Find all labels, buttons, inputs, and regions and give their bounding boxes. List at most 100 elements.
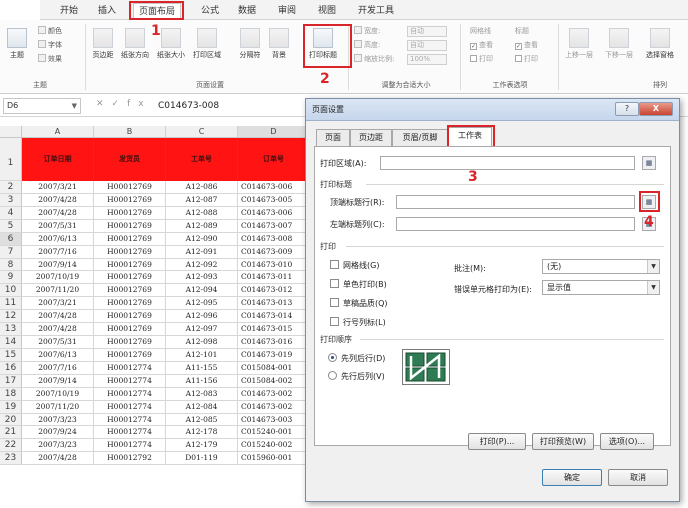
table-cell[interactable]: A12-089 bbox=[166, 219, 238, 233]
print-area-input[interactable] bbox=[380, 156, 635, 170]
table-cell[interactable]: 2007/4/28 bbox=[22, 310, 94, 324]
table-cell[interactable]: 2007/10/19 bbox=[22, 271, 94, 285]
ok-button[interactable]: 确定 bbox=[542, 469, 602, 486]
table-cell[interactable]: 2007/4/28 bbox=[22, 452, 94, 466]
send-backward-button[interactable]: 下移一层 bbox=[600, 28, 638, 60]
tab-insert[interactable]: 插入 bbox=[92, 3, 122, 19]
theme-fonts-button[interactable]: 字体 bbox=[38, 40, 62, 51]
row-header[interactable]: 23 bbox=[0, 452, 22, 466]
table-cell[interactable]: H00012769 bbox=[94, 348, 166, 362]
table-cell[interactable]: A12-087 bbox=[166, 193, 238, 207]
column-header[interactable]: C bbox=[166, 126, 238, 138]
table-cell[interactable]: H00012769 bbox=[94, 219, 166, 233]
row-header[interactable]: 1 bbox=[0, 138, 22, 181]
scale-height-dropdown[interactable]: 自动 bbox=[407, 40, 447, 51]
table-cell[interactable]: C014673-006 bbox=[238, 206, 310, 220]
header-cell[interactable]: 订单号 bbox=[238, 138, 310, 181]
tab-header-footer[interactable]: 页眉/页脚 bbox=[392, 129, 448, 146]
row-header[interactable]: 14 bbox=[0, 336, 22, 349]
background-button[interactable]: 背景 bbox=[266, 28, 292, 60]
table-cell[interactable]: A12-178 bbox=[166, 426, 238, 440]
table-cell[interactable]: 2007/7/16 bbox=[22, 361, 94, 375]
table-cell[interactable]: A12-098 bbox=[166, 336, 238, 349]
cancel-button[interactable]: 取消 bbox=[608, 469, 668, 486]
file-tab[interactable] bbox=[0, 0, 40, 20]
table-cell[interactable]: C014673-014 bbox=[238, 310, 310, 324]
table-cell[interactable]: H00012769 bbox=[94, 206, 166, 220]
rows-to-repeat-input[interactable] bbox=[396, 195, 635, 209]
table-cell[interactable]: C014673-016 bbox=[238, 336, 310, 349]
row-header[interactable]: 9 bbox=[0, 271, 22, 285]
table-cell[interactable]: C015084-001 bbox=[238, 361, 310, 375]
row-header[interactable]: 20 bbox=[0, 413, 22, 427]
table-cell[interactable]: C015240-001 bbox=[238, 426, 310, 440]
header-cell[interactable]: 工单号 bbox=[166, 138, 238, 181]
help-button[interactable]: ? bbox=[615, 102, 639, 116]
row-header[interactable]: 18 bbox=[0, 387, 22, 401]
table-cell[interactable]: H00012769 bbox=[94, 310, 166, 324]
table-cell[interactable]: A12-090 bbox=[166, 232, 238, 246]
scale-percent-input[interactable]: 100% bbox=[407, 54, 447, 65]
tab-margins[interactable]: 页边距 bbox=[350, 129, 392, 146]
margins-button[interactable]: 页边距 bbox=[90, 28, 116, 60]
table-cell[interactable]: 2007/4/28 bbox=[22, 323, 94, 337]
table-cell[interactable]: 2007/4/28 bbox=[22, 193, 94, 207]
table-cell[interactable]: A11-155 bbox=[166, 361, 238, 375]
table-cell[interactable]: C014673-013 bbox=[238, 297, 310, 311]
table-cell[interactable]: H00012774 bbox=[94, 413, 166, 427]
print-button[interactable]: 打印(P)... bbox=[468, 433, 526, 450]
row-header[interactable]: 11 bbox=[0, 297, 22, 311]
table-cell[interactable]: A12-091 bbox=[166, 245, 238, 259]
row-column-headings-checkbox[interactable]: 行号列标(L) bbox=[330, 317, 386, 328]
table-cell[interactable]: A12-094 bbox=[166, 284, 238, 298]
table-cell[interactable]: C014673-005 bbox=[238, 193, 310, 207]
table-cell[interactable]: 2007/9/14 bbox=[22, 258, 94, 272]
scale-width-dropdown[interactable]: 自动 bbox=[407, 26, 447, 37]
table-cell[interactable]: C015240-002 bbox=[238, 439, 310, 453]
row-header[interactable]: 3 bbox=[0, 193, 22, 207]
table-cell[interactable]: A12-096 bbox=[166, 310, 238, 324]
cell-errors-select[interactable]: 显示值 ▼ bbox=[542, 280, 660, 295]
table-cell[interactable]: C015960-001 bbox=[238, 452, 310, 466]
table-cell[interactable]: 2007/4/28 bbox=[22, 206, 94, 220]
selection-pane-button[interactable]: 选择窗格 bbox=[640, 28, 680, 60]
print-preview-button[interactable]: 打印预览(W) bbox=[532, 433, 594, 450]
header-cell[interactable]: 订单日期 bbox=[22, 138, 94, 181]
table-cell[interactable]: C014673-003 bbox=[238, 413, 310, 427]
bring-forward-button[interactable]: 上移一层 bbox=[560, 28, 598, 60]
table-cell[interactable]: 2007/11/20 bbox=[22, 284, 94, 298]
tab-formulas[interactable]: 公式 bbox=[195, 3, 225, 19]
table-cell[interactable]: 2007/5/31 bbox=[22, 336, 94, 349]
row-header[interactable]: 8 bbox=[0, 258, 22, 272]
table-cell[interactable]: 2007/6/13 bbox=[22, 348, 94, 362]
tab-home[interactable]: 开始 bbox=[54, 3, 84, 19]
table-cell[interactable]: C014673-011 bbox=[238, 271, 310, 285]
row-header[interactable]: 17 bbox=[0, 374, 22, 388]
table-cell[interactable]: H00012769 bbox=[94, 323, 166, 337]
tab-view[interactable]: 视图 bbox=[312, 3, 342, 19]
table-cell[interactable]: 2007/5/31 bbox=[22, 219, 94, 233]
theme-effects-button[interactable]: 效果 bbox=[38, 54, 62, 65]
tab-review[interactable]: 审阅 bbox=[272, 3, 302, 19]
orientation-button[interactable]: 纸张方向 bbox=[118, 28, 152, 60]
row-header[interactable]: 22 bbox=[0, 439, 22, 453]
themes-button[interactable]: 主题 bbox=[6, 28, 28, 60]
row-header[interactable]: 15 bbox=[0, 348, 22, 362]
table-cell[interactable]: H00012769 bbox=[94, 232, 166, 246]
table-cell[interactable]: A11-156 bbox=[166, 374, 238, 388]
options-button[interactable]: 选项(O)... bbox=[600, 433, 654, 450]
table-cell[interactable]: C014673-002 bbox=[238, 400, 310, 414]
black-and-white-checkbox[interactable]: 单色打印(B) bbox=[330, 279, 387, 290]
table-cell[interactable]: H00012769 bbox=[94, 258, 166, 272]
table-cell[interactable]: D01-119 bbox=[166, 452, 238, 466]
table-cell[interactable]: 2007/10/19 bbox=[22, 387, 94, 401]
close-button[interactable]: X bbox=[639, 102, 673, 116]
table-cell[interactable]: A12-093 bbox=[166, 271, 238, 285]
table-cell[interactable]: H00012774 bbox=[94, 400, 166, 414]
table-cell[interactable]: H00012769 bbox=[94, 297, 166, 311]
gridlines-print-checkbox[interactable]: 打印 bbox=[470, 54, 493, 65]
row-header[interactable]: 10 bbox=[0, 284, 22, 298]
comments-select[interactable]: (无) ▼ bbox=[542, 259, 660, 274]
table-cell[interactable]: 2007/3/23 bbox=[22, 439, 94, 453]
row-header[interactable]: 7 bbox=[0, 245, 22, 259]
